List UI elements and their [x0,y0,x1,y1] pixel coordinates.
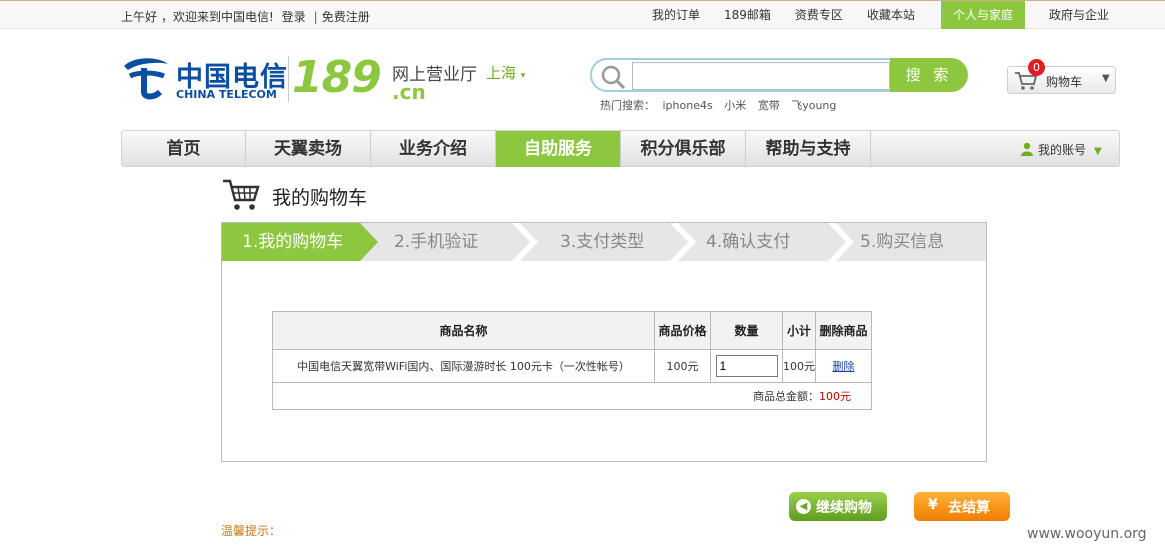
logo-divider [288,56,289,102]
step-confirm-payment: 4.确认支付 [706,232,791,252]
delete-cell: 删除 [815,349,872,383]
my-account-menu[interactable]: 我的账号 ▼ [1020,141,1102,158]
separator: | [313,10,318,24]
mail-189-link[interactable]: 189邮箱 [712,1,783,29]
step-my-cart: 1.我的购物车 [242,232,344,252]
brand-name-en: CHINA TELECOM [176,88,277,101]
watermark: www.wooyun.org [1027,526,1147,542]
hot-search-label: 热门搜索： [600,99,655,112]
welcome-text: ，欢迎来到中国电信! [161,10,274,24]
search-bar: 搜 索 [590,58,970,94]
page-title: 我的购物车 [272,187,368,209]
user-icon [1021,142,1033,156]
step-payment-type: 3.支付类型 [560,232,645,252]
city-selector[interactable]: 上海 ▾ [486,62,525,83]
nav-item-home[interactable]: 首页 [122,131,246,167]
nav-item-help[interactable]: 帮助与支持 [746,131,871,167]
product-price: 100元 [654,349,711,383]
total-cell: 商品总金额：100元 [272,382,872,410]
logo-189: 189 [292,52,382,103]
product-subtotal: 100元 [782,349,816,383]
search-input[interactable] [632,62,890,90]
quantity-input[interactable] [715,355,778,377]
continue-shopping-button[interactable]: ◀ 继续购物 [789,492,887,521]
nav-item-services[interactable]: 业务介绍 [371,131,496,167]
chevron-left-icon: ◀ [796,499,811,514]
shopping-cart-icon [223,179,260,210]
china-telecom-emblem-icon [124,58,168,100]
logo-domain: .cn [392,80,426,104]
hot-search-term[interactable]: iphone4s [663,99,713,112]
hot-searches: 热门搜索： iphone4s 小米 宽带 飞young [600,97,844,113]
tips-heading: 温馨提示： [221,524,282,538]
cart-dropdown-button[interactable]: 0 购物车 ▼ [1007,59,1116,94]
search-box [590,58,892,92]
table-header-row: 商品名称 商品价格 数量 小计 删除商品 [272,311,872,350]
delete-item-link[interactable]: 删除 [833,360,855,373]
product-name: 中国电信天翼宽带WiFi国内、国际漫游时长 100元卡（一次性帐号） [272,349,655,383]
table-row: 中国电信天翼宽带WiFi国内、国际漫游时长 100元卡（一次性帐号） 100元 … [272,349,872,383]
checkout-button[interactable]: ¥ 去结算 [914,492,1010,521]
register-link[interactable]: 免费注册 [322,10,370,24]
column-header: 商品价格 [654,311,711,350]
search-button[interactable]: 搜 索 [890,58,968,92]
top-bar-welcome: 上午好 ，欢迎来到中国电信! 登录 | 免费注册 [121,8,374,25]
cart-label: 购物车 [1046,75,1083,89]
checkout-steps: 1.我的购物车 2.手机验证 3.支付类型 4.确认支付 5.购买信息 [222,223,986,261]
yen-icon: ¥ [928,497,938,513]
step-purchase-info: 5.购买信息 [860,232,945,252]
main-nav: 首页 天翼卖场 业务介绍 自助服务 积分俱乐部 帮助与支持 我的账号 ▼ [121,130,1120,167]
city-name: 上海 [486,64,517,82]
nav-item-self-service[interactable]: 自助服务 [496,131,621,167]
nav-item-points-club[interactable]: 积分俱乐部 [621,131,746,167]
site-logo[interactable]: 中国电信 CHINA TELECOM 189 网上营业厅 上海 ▾ .cn [120,52,540,104]
cart-panel: 1.我的购物车 2.手机验证 3.支付类型 4.确认支付 5.购买信息 商品名称… [221,222,987,462]
login-link[interactable]: 登录 [282,10,306,24]
chevron-down-icon: ▼ [1094,146,1102,157]
top-bar-links: 我的订单 189邮箱 资费专区 收藏本站 个人与家庭 政府与企业 [640,1,1121,29]
continue-shopping-label: 继续购物 [816,500,872,516]
step-phone-verify: 2.手机验证 [394,232,479,252]
hot-search-term[interactable]: 飞young [791,99,836,112]
chevron-down-icon: ▼ [1102,73,1110,84]
tariff-zone-link[interactable]: 资费专区 [783,1,855,29]
top-bar: 上午好 ，欢迎来到中国电信! 登录 | 免费注册 我的订单 189邮箱 资费专区 收藏… [0,0,1165,29]
column-header: 小计 [782,311,816,350]
my-orders-link[interactable]: 我的订单 [640,1,712,29]
total-amount: 100元 [819,390,851,403]
bookmark-site-link[interactable]: 收藏本站 [855,1,927,29]
hot-search-term[interactable]: 宽带 [758,99,780,112]
my-account-label: 我的账号 [1038,143,1087,157]
checkout-label: 去结算 [948,500,990,516]
cart-count-badge: 0 [1028,59,1045,76]
nav-item-mall[interactable]: 天翼卖场 [246,131,371,167]
hot-search-term[interactable]: 小米 [724,99,746,112]
column-header: 删除商品 [815,311,872,350]
column-header: 商品名称 [272,311,655,350]
government-enterprise-link[interactable]: 政府与企业 [1037,1,1121,29]
city-caret-icon: ▾ [520,71,526,81]
cart-table: 商品名称 商品价格 数量 小计 删除商品 中国电信天翼宽带WiFi国内、国际漫游… [272,311,872,410]
total-row: 商品总金额：100元 [272,382,872,410]
total-label: 商品总金额： [753,390,819,403]
quantity-cell [710,349,783,383]
personal-family-link[interactable]: 个人与家庭 [940,1,1025,29]
greeting-text: 上午好 [121,10,158,24]
search-icon [601,65,626,90]
column-header: 数量 [710,311,783,350]
